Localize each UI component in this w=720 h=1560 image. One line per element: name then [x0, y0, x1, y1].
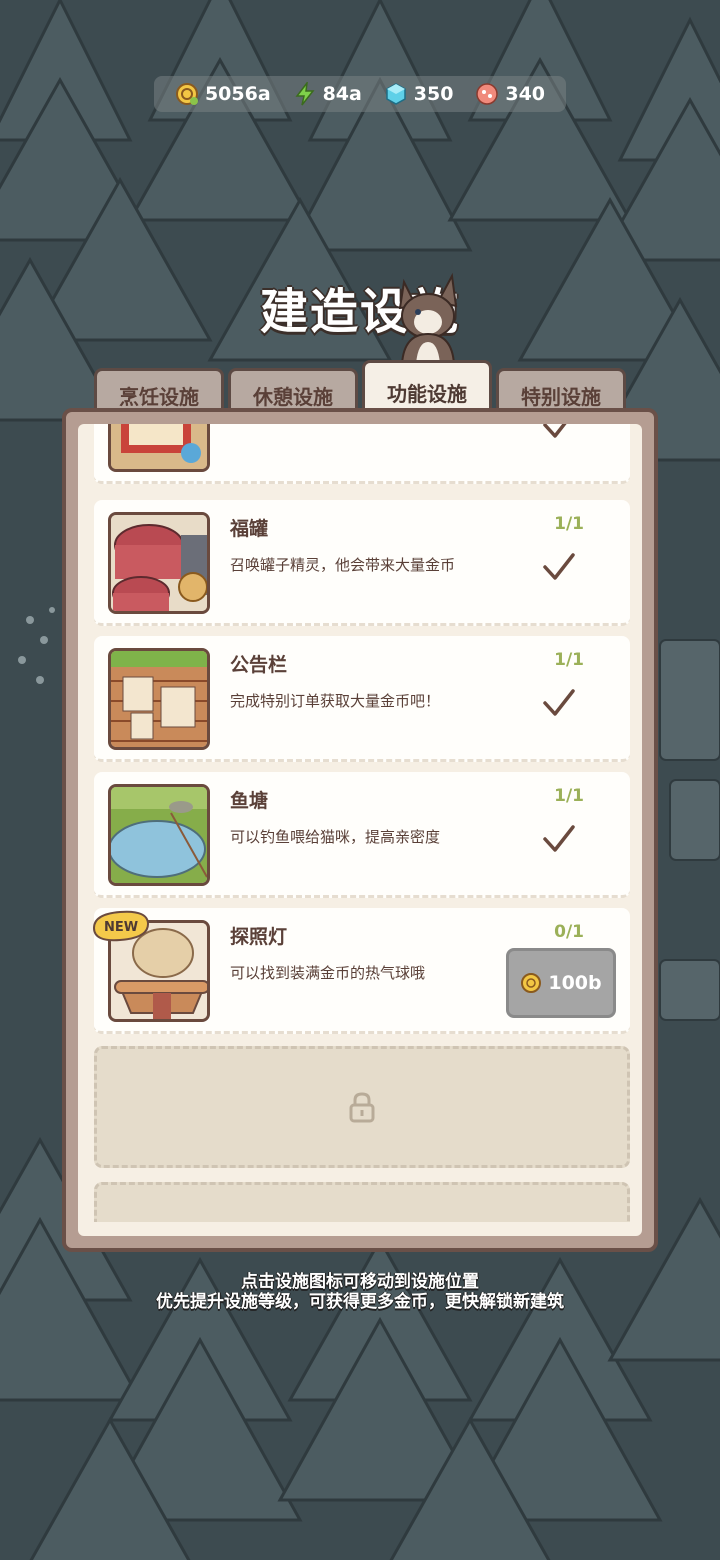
- facility-name: 公告栏: [230, 654, 288, 676]
- facility-name: 福罐: [230, 518, 269, 540]
- facility-description: 可以钓鱼喂给猫咪，提高亲密度: [230, 828, 441, 846]
- facility-card-searchlight[interactable]: NEW 探照灯 可以找到装满金币的热气球哦 0/1 100b: [92, 908, 630, 1034]
- facility-count: 1/1: [554, 514, 584, 534]
- resource-coins[interactable]: 5056a: [175, 82, 271, 106]
- hint-line-1: 点击设施图标可移动到设施位置: [241, 1272, 479, 1292]
- facility-thumbnail[interactable]: [108, 512, 210, 614]
- checkmark-icon: [543, 553, 575, 580]
- coins-value: 5056a: [204, 83, 271, 105]
- resource-bar: 5056a 84a 350 340: [154, 76, 566, 112]
- resource-fish-cookies[interactable]: 340: [475, 82, 545, 106]
- buy-button[interactable]: 100b: [506, 948, 616, 1018]
- resource-gems[interactable]: 350: [384, 82, 454, 106]
- fish-cookie-icon: [476, 83, 499, 105]
- new-badge-icon: NEW: [92, 910, 150, 942]
- facility-count: 1/1: [554, 650, 584, 670]
- locked-slot-partial: [94, 1182, 630, 1222]
- checkmark-icon: [543, 825, 575, 852]
- hint-text: 点击设施图标可移动到设施位置 优先提升设施等级，可获得更多金币，更快解锁新建筑: [0, 1272, 720, 1312]
- coin-icon: [175, 83, 198, 105]
- energy-value: 84a: [322, 83, 362, 105]
- checkmark-icon: [543, 424, 567, 438]
- facility-card-fish-pond[interactable]: 鱼塘 可以钓鱼喂给猫咪，提高亲密度 1/1: [94, 772, 630, 898]
- hint-line-2: 优先提升设施等级，可获得更多金币，更快解锁新建筑: [156, 1292, 564, 1312]
- facility-list-container[interactable]: 福罐 召唤罐子精灵，他会带来大量金币 1/1 公告栏 完成特别订单获取大量金币吧…: [78, 424, 642, 1236]
- facility-thumbnail[interactable]: [108, 648, 210, 750]
- facility-name: 探照灯: [230, 926, 288, 948]
- energy-icon: [295, 82, 315, 106]
- facility-thumbnail: [108, 424, 210, 472]
- page-title: 建造设施: [259, 284, 460, 340]
- facility-thumbnail[interactable]: [108, 784, 210, 886]
- facility-card-lucky-jar[interactable]: 福罐 召唤罐子精灵，他会带来大量金币 1/1: [94, 500, 630, 626]
- buy-price: 100b: [548, 972, 602, 994]
- checkmark-icon: [543, 689, 575, 716]
- facility-panel: 福罐 召唤罐子精灵，他会带来大量金币 1/1 公告栏 完成特别订单获取大量金币吧…: [62, 408, 658, 1252]
- resource-energy[interactable]: 84a: [293, 82, 362, 106]
- fish-cookies-value: 340: [505, 83, 546, 105]
- gems-value: 350: [413, 83, 454, 105]
- facility-description: 可以找到装满金币的热气球哦: [230, 964, 426, 982]
- facility-card-partial[interactable]: [94, 424, 630, 484]
- facility-count: 0/1: [554, 922, 584, 942]
- facility-count: 1/1: [554, 786, 584, 806]
- facility-description: 完成特别订单获取大量金币吧！: [230, 692, 441, 710]
- facility-name: 鱼塘: [230, 790, 269, 812]
- facility-card-bulletin-board[interactable]: 公告栏 完成特别订单获取大量金币吧！ 1/1: [94, 636, 630, 762]
- new-badge-text: NEW: [104, 920, 138, 935]
- cat-mascot-icon: [398, 272, 458, 364]
- coin-icon: [521, 973, 542, 993]
- lock-icon: [349, 1092, 375, 1123]
- facility-description: 召唤罐子精灵，他会带来大量金币: [230, 556, 456, 574]
- gem-icon: [386, 83, 406, 105]
- locked-slot[interactable]: [94, 1046, 630, 1168]
